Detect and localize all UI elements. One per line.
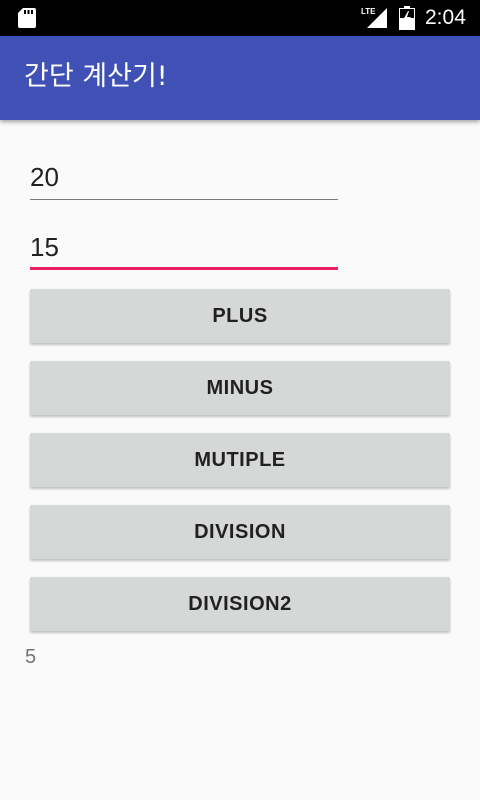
minus-button[interactable]: MINUS (30, 361, 450, 415)
plus-button[interactable]: PLUS (30, 289, 450, 343)
second-number-underline (30, 267, 338, 270)
battery-charging-icon (399, 6, 415, 30)
app-title: 간단 계산기! (24, 61, 168, 92)
second-number-value: 15 (30, 232, 59, 262)
second-number-field[interactable]: 15 (30, 230, 338, 270)
status-bar: LTE 2:04 (0, 0, 480, 36)
division-button[interactable]: DIVISION (30, 505, 450, 559)
status-time: 2:04 (425, 6, 466, 29)
first-number-value: 20 (30, 162, 59, 192)
lte-label: LTE (361, 7, 376, 16)
multiple-button[interactable]: MUTIPLE (30, 433, 450, 487)
result-text: 5 (25, 646, 37, 668)
app-bar: 간단 계산기! (0, 36, 480, 120)
first-number-underline (30, 199, 338, 200)
sd-card-icon (18, 8, 36, 28)
division2-button[interactable]: DIVISION2 (30, 577, 450, 631)
first-number-field[interactable]: 20 (30, 160, 338, 200)
signal-icon: LTE (361, 7, 387, 28)
